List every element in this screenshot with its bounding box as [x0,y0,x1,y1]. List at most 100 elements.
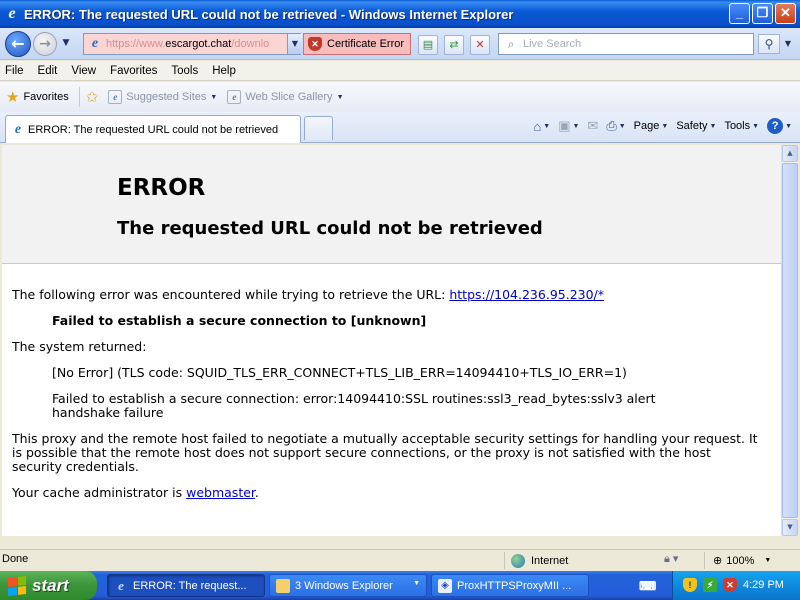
scroll-thumb[interactable] [782,163,798,518]
home-icon: ⌂ [533,118,542,134]
menu-edit[interactable]: Edit [38,65,58,77]
suggested-sites-icon: e [108,90,123,104]
intro-text: The following error was encountered whil… [12,287,450,302]
network-icon[interactable]: ⚡︎ [703,578,717,592]
intro-paragraph: The following error was encountered whil… [12,288,604,302]
proxy-message-line3: security credentials. [12,459,139,474]
ie-logo-icon: e [8,5,16,22]
security-zone[interactable]: Internet [504,552,654,569]
requested-url-link[interactable]: https://104.236.95.230/* [449,287,604,302]
chevron-down-icon: ▼ [413,580,420,587]
webmaster-link[interactable]: webmaster [186,485,255,500]
tab-title: ERROR: The requested URL could not be re… [28,123,279,136]
menu-bar: File Edit View Favorites Tools Help [0,61,800,81]
page-menu-label: Page [633,120,660,132]
window-title-bar[interactable]: e ERROR: The requested URL could not be … [0,0,800,28]
ie-icon: e [118,577,124,593]
star-icon: ★ [6,89,20,106]
start-button[interactable]: start [0,571,97,600]
menu-favorites[interactable]: Favorites [110,65,157,77]
close-button[interactable]: ✕ [775,3,796,24]
tab-page-icon: e [14,121,22,137]
admin-text: Your cache administrator is [12,485,187,500]
error-header: ERROR The requested URL could not be ret… [2,145,781,264]
help-menu[interactable]: ? ▼ [767,118,792,134]
tools-menu[interactable]: Tools ▼ [724,120,759,132]
forward-button[interactable]: → [33,32,57,56]
compatibility-view-button[interactable]: ▤ [418,35,438,55]
command-bar: ⌂ ▼ ▣ ▼ ✉ ⎙ ▼ Page ▼ Safety ▼ Tools ▼ ? ▼ [525,118,792,134]
new-tab-button[interactable] [304,116,333,140]
printer-icon: ⎙ [606,118,617,133]
page-icon: e [91,36,99,51]
taskbar: start e ERROR: The request... 3 Windows … [0,571,800,600]
zoom-icon: ⊕ [713,555,723,567]
back-button[interactable]: ← [5,31,31,57]
tab-error-page[interactable]: e ERROR: The requested URL could not be … [5,115,301,143]
keyboard-icon[interactable]: ⌨ [639,579,656,593]
status-bar: Done Internet 🔒︎ ▾ ⊕ 100% ▼ [0,549,800,570]
scroll-up-arrow[interactable]: ▲ [782,145,798,162]
windows-logo-icon [8,575,26,596]
taskbar-button-proxy[interactable]: ◈ ProxHTTPSProxyMII ... [431,574,589,597]
minimize-button[interactable]: _ [729,3,750,24]
taskbar-button-explorer[interactable]: 3 Windows Explorer ▼ [269,574,427,597]
feeds-button[interactable]: ▣ ▼ [558,118,579,134]
address-toolbar: ← → ▼ e https://www.escargot.chat/downlo… [0,28,800,60]
restore-button[interactable]: ❐ [752,3,773,24]
address-dropdown[interactable]: ▼ [287,34,302,54]
refresh-button[interactable]: ⇄ [444,35,464,55]
print-button[interactable]: ⎙ ▼ [606,118,625,134]
home-button[interactable]: ⌂ ▼ [533,119,550,134]
address-url: https://www.escargot.chat/downlo [106,38,270,50]
search-button[interactable]: ⚲ [758,34,780,54]
error-heading: ERROR [117,175,206,201]
chevron-down-icon: ▼ [210,93,218,101]
web-slice-gallery-icon: e [227,90,242,104]
error-subheading: The requested URL could not be retrieved [117,218,543,239]
taskbar-button-label: ERROR: The request... [133,579,247,592]
proxy-message-line2: is possible that the remote host does no… [12,445,711,460]
add-to-favorites-bar-button[interactable]: ✩ [86,88,103,106]
page-menu[interactable]: Page ▼ [634,120,669,132]
read-mail-button[interactable]: ✉ [587,118,598,134]
protected-mode-icon[interactable]: 🔒︎ ▾ [664,552,678,566]
taskbar-button-label: ProxHTTPSProxyMII ... [457,579,572,592]
recent-pages-dropdown[interactable]: ▼ [61,37,71,49]
search-options-dropdown[interactable]: ▼ [782,34,794,54]
zoom-control[interactable]: ⊕ 100% ▼ [704,552,771,569]
suggested-sites-link[interactable]: e Suggested Sites ▼ [108,90,217,104]
taskbar-button-ie[interactable]: e ERROR: The request... [107,574,265,597]
menu-view[interactable]: View [71,65,96,77]
search-input[interactable]: ⌕ Live Search [498,33,754,55]
tab-bar: e ERROR: The requested URL could not be … [0,112,800,143]
page-content[interactable]: ERROR The requested URL could not be ret… [2,145,781,536]
folder-icon [276,578,290,593]
stop-icon: ✕ [475,38,485,51]
web-slice-gallery-link[interactable]: e Web Slice Gallery ▼ [227,90,344,104]
handshake-message-line1: Failed to establish a secure connection:… [52,391,656,406]
address-input[interactable]: e https://www.escargot.chat/downlo [83,33,301,55]
safety-menu[interactable]: Safety ▼ [676,120,716,132]
scroll-down-arrow[interactable]: ▼ [782,519,798,536]
chevron-down-icon: ▼ [764,557,772,564]
clock[interactable]: 4:29 PM [743,579,784,591]
system-returned-label: The system returned: [12,339,147,354]
back-arrow-icon: ← [11,34,25,53]
compatibility-icon: ▤ [422,38,434,51]
vertical-scrollbar[interactable]: ▲ ▼ [781,145,798,536]
menu-file[interactable]: File [5,65,24,77]
alert-shield-icon[interactable]: ✕ [723,578,737,592]
search-provider-icon: ⌕ [507,36,515,51]
favorites-bar: ★ Favorites ✩ e Suggested Sites ▼ e Web … [0,82,800,112]
chevron-down-icon: ▼ [336,93,344,101]
favorites-button[interactable]: ★ Favorites [6,88,69,106]
stop-button[interactable]: ✕ [470,35,490,55]
security-shield-icon[interactable]: ! [683,578,697,592]
add-favorite-star-icon: ✩ [85,89,99,106]
proxy-app-icon: ◈ [438,578,452,593]
rss-feed-icon: ▣ [558,118,571,133]
certificate-error-button[interactable]: ✕ Certificate Error [303,33,411,55]
menu-tools[interactable]: Tools [171,65,198,77]
menu-help[interactable]: Help [212,65,236,77]
